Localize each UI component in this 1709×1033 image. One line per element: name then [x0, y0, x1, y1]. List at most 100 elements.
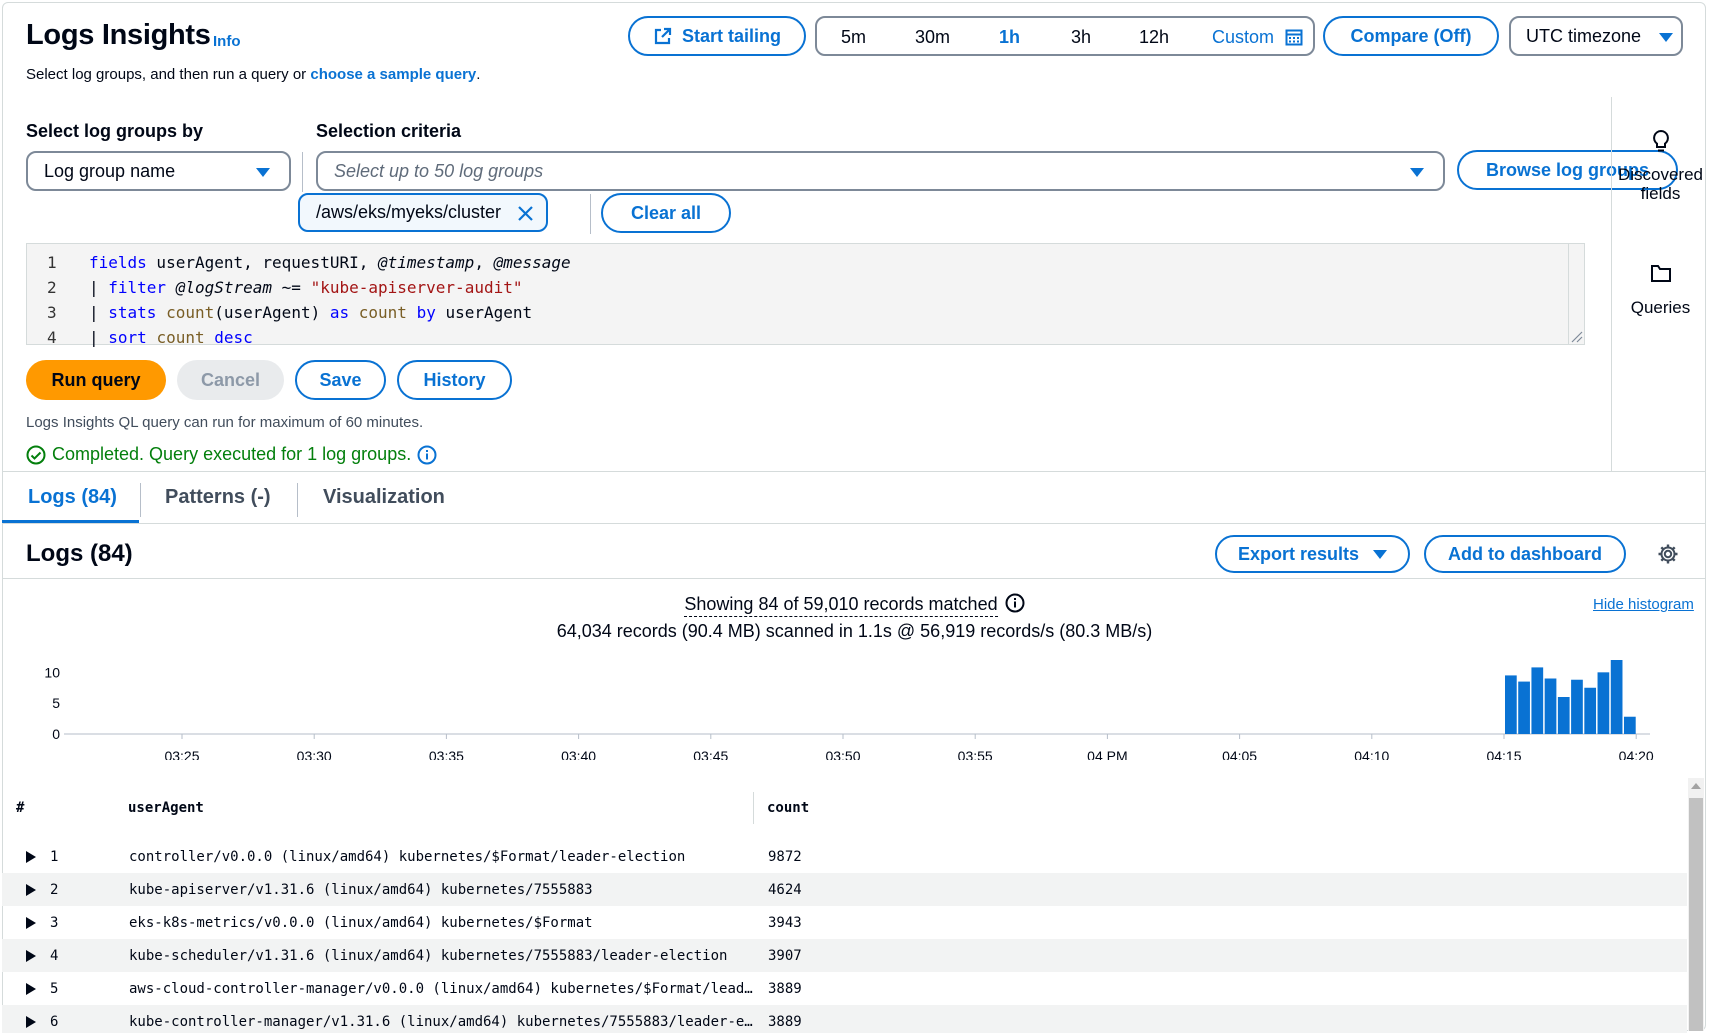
histogram-bar[interactable]: [1505, 675, 1517, 734]
hide-histogram-link[interactable]: Hide histogram: [1593, 596, 1694, 613]
sample-query-link[interactable]: choose a sample query: [310, 66, 476, 83]
page-title: Logs Insights: [26, 19, 211, 51]
query-status-text: Completed. Query executed for 1 log grou…: [52, 444, 412, 464]
query-editor[interactable]: 1 2 3 4 fields userAgent, requestURI, @t…: [26, 243, 1585, 347]
time-range-selector: 5m 30m 1h 3h 12h Custom: [815, 16, 1315, 56]
info-link[interactable]: Info: [213, 33, 241, 50]
x-tick-label: 04:10: [1354, 748, 1389, 760]
y-tick-label: 10: [44, 664, 60, 680]
tab-visualization[interactable]: Visualization: [323, 486, 445, 509]
expand-row-icon[interactable]: [26, 1016, 36, 1028]
select-by-dropdown[interactable]: Log group name: [26, 151, 291, 191]
info-icon[interactable]: [1005, 593, 1025, 613]
row-number: 3: [50, 915, 59, 931]
time-range-custom[interactable]: Custom: [1212, 27, 1274, 48]
page-subtitle: Select log groups, and then run a query …: [26, 66, 480, 83]
table-row[interactable]: 2 kube-apiserver/v1.31.6 (linux/amd64) ku…: [2, 873, 1687, 906]
time-range-1h[interactable]: 1h: [999, 27, 1020, 48]
export-results-button[interactable]: Export results: [1215, 535, 1410, 573]
table-row[interactable]: 6 kube-controller-manager/v1.31.6 (linux/…: [2, 1005, 1687, 1033]
subtitle-suffix: .: [476, 66, 481, 83]
time-range-30m[interactable]: 30m: [915, 27, 950, 48]
useragent-cell: aws-cloud-controller-manager/v0.0.0 (lin…: [129, 981, 754, 997]
line-number: 3: [47, 303, 57, 322]
queries-button[interactable]: Queries: [1612, 262, 1709, 318]
count-cell: 9872: [768, 849, 802, 865]
histogram-bar[interactable]: [1571, 679, 1583, 734]
tab-patterns[interactable]: Patterns (-): [165, 486, 271, 509]
line-number: 4: [47, 328, 57, 347]
x-tick-label: 03:55: [958, 748, 993, 760]
x-tick-label: 03:35: [429, 748, 464, 760]
row-number: 6: [50, 1014, 59, 1030]
time-range-3h[interactable]: 3h: [1071, 27, 1091, 48]
useragent-cell: kube-controller-manager/v1.31.6 (linux/a…: [129, 1014, 754, 1030]
row-number: 2: [50, 882, 59, 898]
table-row[interactable]: 4 kube-scheduler/v1.31.6 (linux/amd64) ku…: [2, 939, 1687, 972]
time-range-5m[interactable]: 5m: [841, 27, 866, 48]
timezone-select[interactable]: UTC timezone: [1509, 16, 1683, 56]
table-row[interactable]: 5 aws-cloud-controller-manager/v0.0.0 (li…: [2, 972, 1687, 1005]
folder-icon: [1650, 265, 1671, 282]
useragent-cell: kube-scheduler/v1.31.6 (linux/amd64) kub…: [129, 948, 728, 964]
compare-button[interactable]: Compare (Off): [1323, 16, 1499, 56]
table-scrollbar[interactable]: [1688, 778, 1704, 1031]
discovered-fields-label: Discovered fields: [1612, 165, 1709, 203]
histogram-bar[interactable]: [1597, 672, 1610, 734]
x-tick-label: 03:25: [164, 748, 199, 760]
expand-row-icon[interactable]: [26, 983, 36, 995]
log-groups-placeholder: Select up to 50 log groups: [334, 160, 544, 181]
expand-row-icon[interactable]: [26, 851, 36, 863]
info-icon[interactable]: [417, 445, 437, 465]
row-number: 5: [50, 981, 59, 997]
histogram-bar[interactable]: [1610, 660, 1623, 734]
histogram-bar[interactable]: [1518, 681, 1530, 734]
expand-row-icon[interactable]: [26, 950, 36, 962]
time-range-12h[interactable]: 12h: [1139, 27, 1169, 48]
clear-all-button[interactable]: Clear all: [601, 193, 731, 233]
table-row[interactable]: 1 controller/v0.0.0 (linux/amd64) kuberne…: [2, 840, 1687, 873]
count-cell: 3907: [768, 948, 802, 964]
column-header-count[interactable]: count: [767, 800, 809, 816]
save-button[interactable]: Save: [295, 360, 386, 400]
selection-criteria-label: Selection criteria: [316, 121, 462, 141]
count-cell: 3943: [768, 915, 802, 931]
add-to-dashboard-button[interactable]: Add to dashboard: [1424, 535, 1626, 573]
expand-row-icon[interactable]: [26, 917, 36, 929]
histogram-chart: 10 5 0 03:25 03:30 03:35 03:40 03:45 03:50 03:55 0…: [44, 660, 1654, 760]
x-tick-label: 04:15: [1486, 748, 1521, 760]
row-number: 1: [50, 849, 59, 865]
tab-logs[interactable]: Logs (84): [28, 486, 117, 509]
start-tailing-button[interactable]: Start tailing: [628, 16, 806, 56]
histogram-bar[interactable]: [1584, 687, 1597, 734]
histogram-bar[interactable]: [1531, 667, 1544, 734]
run-query-button[interactable]: Run query: [26, 360, 166, 400]
caret-down-icon: [1410, 168, 1424, 177]
x-tick-label: 04 PM: [1087, 748, 1127, 760]
scroll-up-icon[interactable]: [1691, 783, 1701, 789]
resize-handle-icon[interactable]: [1569, 329, 1583, 343]
history-button[interactable]: History: [397, 360, 512, 400]
queries-label: Queries: [1630, 298, 1691, 317]
caret-down-icon: [1659, 33, 1673, 42]
external-link-icon: [654, 27, 672, 45]
discovered-fields-button[interactable]: Discovered fields: [1612, 128, 1709, 203]
y-tick-label: 0: [52, 726, 60, 742]
table-row[interactable]: 3 eks-k8s-metrics/v0.0.0 (linux/amd64) ku…: [2, 906, 1687, 939]
histogram-bar[interactable]: [1544, 678, 1557, 735]
calendar-icon[interactable]: [1285, 28, 1303, 46]
x-tick-label: 04:20: [1619, 748, 1654, 760]
column-header-number: #: [16, 800, 25, 816]
scrollbar-thumb[interactable]: [1689, 798, 1703, 1031]
histogram-bar[interactable]: [1557, 697, 1570, 734]
column-header-useragent[interactable]: userAgent: [128, 800, 204, 816]
divider: [2, 471, 1706, 472]
expand-row-icon[interactable]: [26, 884, 36, 896]
useragent-cell: controller/v0.0.0 (linux/amd64) kubernet…: [129, 849, 686, 865]
close-icon[interactable]: [517, 205, 534, 222]
code-line-4: | sort count desc: [89, 328, 253, 347]
column-divider[interactable]: [753, 792, 754, 824]
log-groups-select[interactable]: Select up to 50 log groups: [316, 151, 1445, 191]
gear-icon[interactable]: [1657, 543, 1679, 565]
histogram-bar[interactable]: [1623, 716, 1636, 734]
